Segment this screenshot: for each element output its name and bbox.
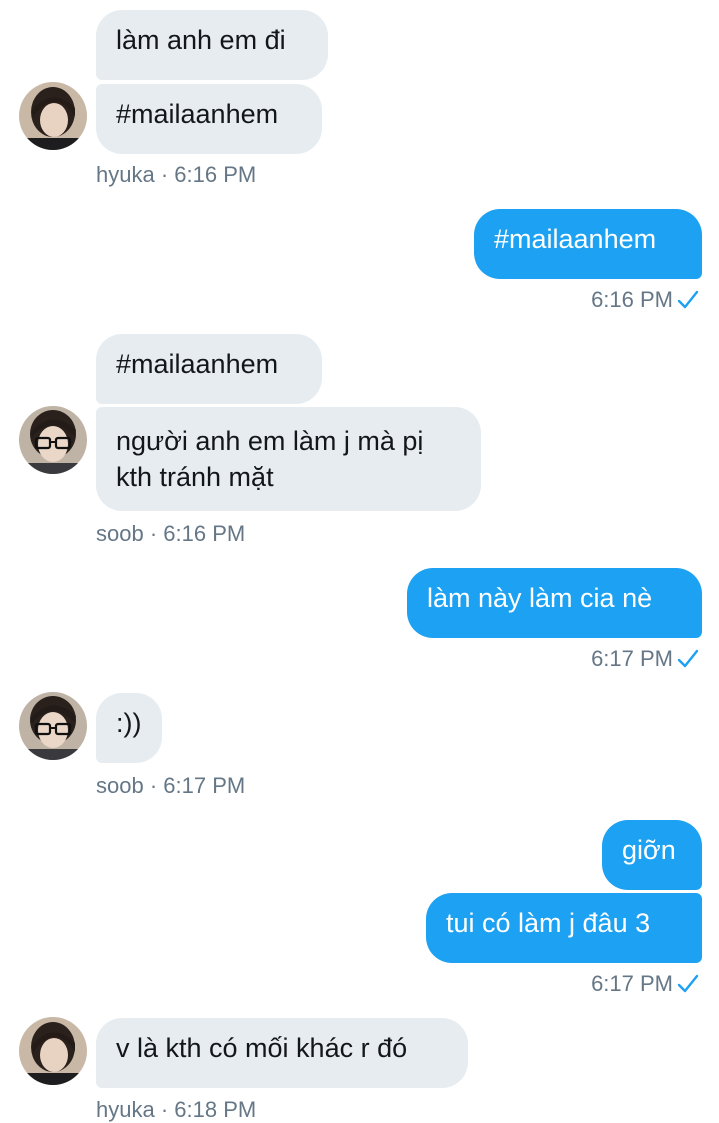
message-meta: 6:17 PM: [591, 971, 699, 997]
message-text: giỡn: [622, 835, 676, 865]
message-text: v là kth có mối khác r đó: [116, 1033, 408, 1063]
message-meta: soob · 6:16 PM: [96, 521, 245, 547]
message-text: người anh em làm j mà pị kth tránh mặt: [116, 426, 424, 492]
message-text: tui có làm j đâu 3: [446, 908, 651, 938]
message-time: 6:16 PM: [174, 162, 257, 187]
message-time: 6:17 PM: [591, 971, 673, 996]
message-time: 6:18 PM: [174, 1097, 257, 1122]
incoming-message[interactable]: #mailaanhem: [96, 84, 322, 154]
avatar-hyuka[interactable]: [19, 1017, 87, 1085]
meta-separator: ·: [154, 162, 175, 187]
meta-separator: ·: [143, 773, 164, 798]
message-meta: 6:17 PM: [591, 646, 699, 672]
message-time: 6:17 PM: [163, 773, 246, 798]
incoming-message[interactable]: :)): [96, 693, 162, 763]
sender-name: soob: [96, 521, 144, 546]
avatar-image: [19, 692, 87, 760]
incoming-message[interactable]: người anh em làm j mà pị kth tránh mặt: [96, 407, 481, 511]
avatar-image: [19, 1017, 87, 1085]
outgoing-message[interactable]: làm này làm cia nè: [407, 568, 702, 638]
message-text: #mailaanhem: [116, 99, 279, 129]
avatar-soob[interactable]: [19, 692, 87, 760]
check-icon: [677, 290, 699, 309]
outgoing-message[interactable]: giỡn: [602, 820, 702, 890]
message-text: làm này làm cia nè: [427, 583, 653, 613]
avatar-hyuka[interactable]: [19, 82, 87, 150]
outgoing-message[interactable]: #mailaanhem: [474, 209, 702, 279]
message-text: #mailaanhem: [494, 224, 657, 254]
message-meta: hyuka · 6:18 PM: [96, 1097, 256, 1123]
conversation-view: làm anh em đi #mailaanhem hyuka · 6:16 P…: [0, 0, 719, 1123]
message-time: 6:17 PM: [591, 646, 673, 671]
message-meta: hyuka · 6:16 PM: [96, 162, 256, 188]
meta-separator: ·: [154, 1097, 175, 1122]
sender-name: hyuka: [96, 1097, 155, 1122]
outgoing-message[interactable]: tui có làm j đâu 3: [426, 893, 702, 963]
message-meta: soob · 6:17 PM: [96, 773, 245, 799]
message-meta: 6:16 PM: [591, 287, 699, 313]
sender-name: soob: [96, 773, 144, 798]
check-icon: [677, 974, 699, 993]
message-text: làm anh em đi: [116, 25, 286, 55]
message-text: #mailaanhem: [116, 349, 279, 379]
sender-name: hyuka: [96, 162, 155, 187]
incoming-message[interactable]: làm anh em đi: [96, 10, 328, 80]
avatar-image: [19, 82, 87, 150]
incoming-message[interactable]: v là kth có mối khác r đó: [96, 1018, 468, 1088]
meta-separator: ·: [143, 521, 164, 546]
avatar-image: [19, 406, 87, 474]
message-text: :)): [116, 708, 142, 738]
check-icon: [677, 649, 699, 668]
incoming-message[interactable]: #mailaanhem: [96, 334, 322, 404]
message-time: 6:16 PM: [591, 287, 673, 312]
avatar-soob[interactable]: [19, 406, 87, 474]
message-time: 6:16 PM: [163, 521, 246, 546]
